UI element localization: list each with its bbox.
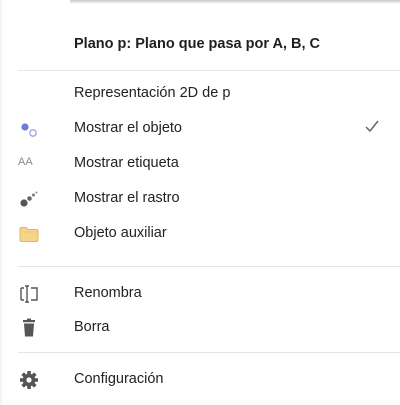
menu-item-show-trace[interactable]: Mostrar el rastro: [0, 182, 400, 216]
menu-item-label: Borra: [74, 319, 110, 335]
menu-item-settings[interactable]: Configuración: [0, 363, 400, 397]
menu-item-label: Configuración: [74, 371, 164, 387]
gear-icon: [20, 371, 38, 389]
menu-item-auxiliary-object[interactable]: Objeto auxiliar: [0, 217, 400, 251]
folder-icon: [19, 227, 39, 242]
menu-item-label: Mostrar etiqueta: [74, 155, 179, 171]
menu-item-2d-view[interactable]: Representación 2D de p: [0, 77, 400, 111]
label-icon: AA: [18, 156, 33, 168]
show-object-icon: [21, 123, 37, 137]
menu-divider: [18, 266, 400, 267]
rename-icon: [20, 285, 38, 303]
menu-item-show-object[interactable]: Mostrar el objeto: [0, 112, 400, 146]
menu-item-delete[interactable]: Borra: [0, 311, 400, 345]
menu-title: Plano p: Plano que pasa por A, B, C: [74, 36, 320, 52]
menu-item-label: Objeto auxiliar: [74, 225, 167, 241]
menu-item-label: Renombra: [74, 285, 142, 301]
context-menu-page: Plano p: Plano que pasa por A, B, C Repr…: [0, 0, 400, 405]
menu-divider: [18, 70, 400, 71]
trash-icon: [23, 318, 35, 337]
menu-divider: [18, 352, 400, 353]
trace-icon: [20, 191, 38, 207]
checkmark-icon: [365, 120, 379, 133]
menu-item-label: Mostrar el objeto: [74, 120, 182, 136]
context-menu: Plano p: Plano que pasa por A, B, C Repr…: [0, 0, 400, 405]
menu-item-label: Mostrar el rastro: [74, 190, 180, 206]
menu-item-label: Representación 2D de p: [74, 85, 231, 101]
menu-item-rename[interactable]: Renombra: [0, 277, 400, 311]
menu-item-show-label[interactable]: AA Mostrar etiqueta: [0, 147, 400, 181]
